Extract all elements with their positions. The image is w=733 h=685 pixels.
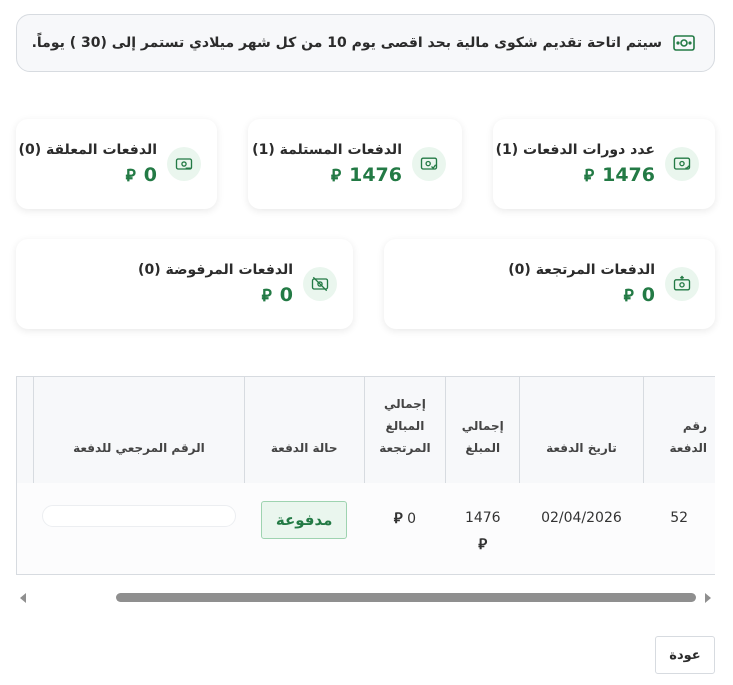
scroll-thumb[interactable] xyxy=(116,593,696,602)
riyal-icon: ⃁ xyxy=(331,166,342,186)
stat-card-received: الدفعات المستلمة (1) 1476 ⃁ xyxy=(248,119,462,209)
cell-status: مدفوعة xyxy=(244,483,364,574)
cell-date: 02/04/2026 xyxy=(519,483,644,574)
header-reference: الرقم المرجعي للدفعة xyxy=(33,377,245,483)
reference-value xyxy=(41,505,236,527)
header-status: حالة الدفعة xyxy=(243,377,364,483)
stat-value: 0 ⃁ xyxy=(261,284,293,306)
table-horizontal-scrollbar[interactable] xyxy=(16,588,715,608)
stat-card-pending: الدفعات المعلقة (0) 0 ⃁ xyxy=(16,119,217,209)
cell-total: 1476 ⃁ xyxy=(445,483,520,574)
stat-title: عدد دورات الدفعات (1) xyxy=(495,142,655,158)
stat-title: الدفعات المعلقة (0) xyxy=(18,142,157,158)
stat-card-cycles: عدد دورات الدفعات (1) 1476 ⃁ xyxy=(493,119,715,209)
riyal-icon: ⃁ xyxy=(584,166,595,186)
scroll-right-arrow-icon[interactable] xyxy=(705,593,711,603)
stat-value: 1476 ⃁ xyxy=(584,164,655,186)
notice-text: سيتم اتاحة تقديم شكوى مالية بحد اقصى يوم… xyxy=(31,35,662,51)
header-edge xyxy=(16,377,34,483)
header-returned: إجمالي المبالغ المرتجعة xyxy=(363,377,446,483)
payments-table: رقم الدفعة تاريخ الدفعة إجمالي المبلغ إج… xyxy=(16,376,715,575)
table-header-row: رقم الدفعة تاريخ الدفعة إجمالي المبلغ إج… xyxy=(16,377,715,483)
cell-edge xyxy=(16,483,34,574)
cell-reference xyxy=(33,483,245,574)
stat-value: 0 ⃁ xyxy=(623,284,655,306)
table-row: 52 02/04/2026 1476 ⃁ 0 ⃁ مدفوعة xyxy=(16,483,715,574)
cash-icon xyxy=(673,35,695,51)
cash-pending-icon xyxy=(167,147,201,181)
stat-card-rejected: الدفعات المرفوضة (0) 0 ⃁ xyxy=(16,239,353,329)
scroll-left-arrow-icon[interactable] xyxy=(20,593,26,603)
header-date: تاريخ الدفعة xyxy=(519,377,644,483)
riyal-icon: ⃁ xyxy=(478,535,488,553)
cell-returned: 0 ⃁ xyxy=(364,483,446,574)
stat-card-returned: الدفعات المرتجعة (0) 0 ⃁ xyxy=(384,239,715,329)
stat-value: 1476 ⃁ xyxy=(331,164,402,186)
riyal-icon: ⃁ xyxy=(261,286,272,306)
riyal-icon: ⃁ xyxy=(393,509,403,527)
back-button[interactable]: عودة xyxy=(655,636,715,674)
complaint-notice: سيتم اتاحة تقديم شكوى مالية بحد اقصى يوم… xyxy=(16,14,715,72)
status-badge: مدفوعة xyxy=(260,501,348,539)
riyal-icon: ⃁ xyxy=(125,166,136,186)
cash-return-icon xyxy=(665,267,699,301)
stat-title: الدفعات المستلمة (1) xyxy=(252,142,402,158)
stat-title: الدفعات المرفوضة (0) xyxy=(138,262,293,278)
header-total: إجمالي المبلغ xyxy=(445,377,520,483)
cash-check-icon xyxy=(412,147,446,181)
cell-number: 52 xyxy=(643,483,715,574)
cash-rejected-icon xyxy=(303,267,337,301)
header-number: رقم الدفعة xyxy=(642,377,715,483)
riyal-icon: ⃁ xyxy=(623,286,634,306)
stat-title: الدفعات المرتجعة (0) xyxy=(508,262,655,278)
stat-value: 0 ⃁ xyxy=(125,164,157,186)
cash-cycle-icon xyxy=(665,147,699,181)
